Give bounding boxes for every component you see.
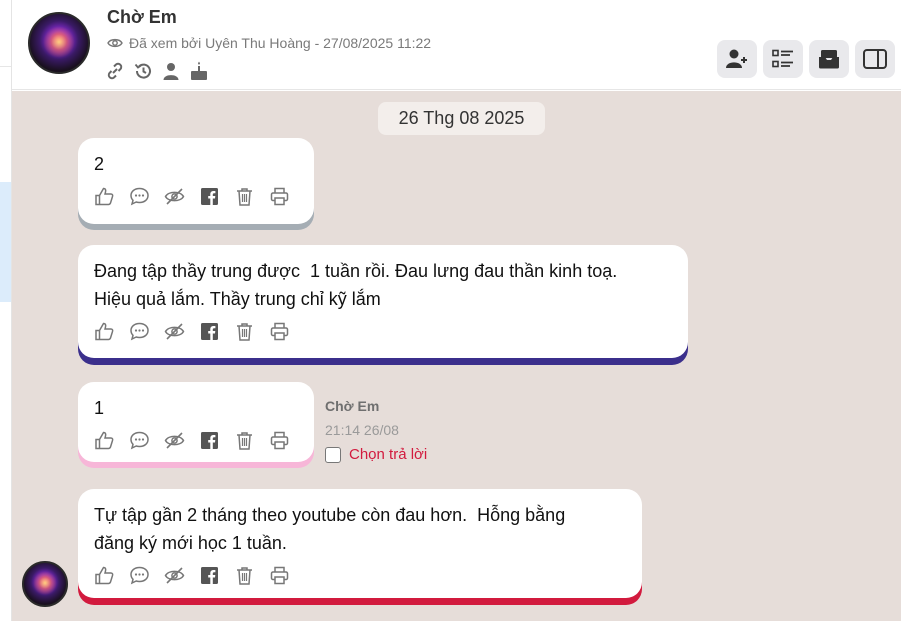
side-panel-icon bbox=[863, 49, 887, 69]
message-text: Tự tập gần 2 tháng theo youtube còn đau … bbox=[94, 505, 566, 553]
message-text: 1 bbox=[94, 398, 105, 418]
avatar[interactable] bbox=[28, 12, 90, 74]
toggle-sidebar-button[interactable] bbox=[855, 40, 895, 78]
add-user-icon bbox=[726, 49, 747, 68]
author-name: Chờ Em bbox=[325, 398, 380, 414]
like-icon[interactable] bbox=[94, 430, 115, 451]
like-icon[interactable] bbox=[94, 186, 115, 207]
message-meta: Chờ Em 21:14 26/08 Chọn trả lời bbox=[325, 398, 427, 463]
eye-icon bbox=[107, 38, 123, 48]
task-list-button[interactable] bbox=[763, 40, 803, 78]
select-reply-option[interactable]: Chọn trả lời bbox=[325, 446, 427, 463]
like-icon[interactable] bbox=[94, 565, 115, 586]
print-icon[interactable] bbox=[269, 321, 290, 342]
person-icon[interactable] bbox=[161, 61, 181, 81]
toolbar bbox=[717, 40, 895, 78]
hide-icon[interactable] bbox=[164, 430, 185, 451]
selected-conversation-highlight[interactable] bbox=[0, 182, 11, 302]
message-time: 21:14 26/08 bbox=[325, 422, 399, 438]
message-bubble[interactable]: Đang tập thầy trung được 1 tuần rồi. Đau… bbox=[78, 245, 688, 358]
comment-icon[interactable] bbox=[129, 565, 150, 586]
hide-icon[interactable] bbox=[164, 565, 185, 586]
comment-icon[interactable] bbox=[129, 430, 150, 451]
inbox-button[interactable] bbox=[809, 40, 849, 78]
birthday-cake-icon[interactable] bbox=[189, 61, 209, 81]
print-icon[interactable] bbox=[269, 186, 290, 207]
message-text: Đang tập thầy trung được 1 tuần rồi. Đau… bbox=[94, 261, 618, 309]
like-icon[interactable] bbox=[94, 321, 115, 342]
message-bubble[interactable]: Tự tập gần 2 tháng theo youtube còn đau … bbox=[78, 489, 642, 598]
seen-status: Đã xem bởi Uyên Thu Hoàng - 27/08/2025 1… bbox=[107, 35, 431, 51]
print-icon[interactable] bbox=[269, 565, 290, 586]
message-actions bbox=[94, 186, 298, 207]
facebook-icon[interactable] bbox=[199, 430, 220, 451]
trash-icon[interactable] bbox=[234, 565, 255, 586]
reply-label[interactable]: Chọn trả lời bbox=[349, 446, 427, 463]
message-actions bbox=[94, 430, 298, 451]
message-actions bbox=[94, 565, 626, 586]
link-icon[interactable] bbox=[105, 61, 125, 81]
comment-icon[interactable] bbox=[129, 186, 150, 207]
history-icon[interactable] bbox=[133, 61, 153, 81]
comment-icon[interactable] bbox=[129, 321, 150, 342]
reply-checkbox[interactable] bbox=[325, 446, 341, 463]
checklist-icon bbox=[772, 49, 793, 68]
message-bubble[interactable]: 2 bbox=[78, 138, 314, 224]
left-panel-edge bbox=[0, 0, 12, 621]
message-actions bbox=[94, 321, 672, 342]
trash-icon[interactable] bbox=[234, 321, 255, 342]
inbox-icon bbox=[819, 50, 839, 69]
seen-text: Đã xem bởi Uyên Thu Hoàng - 27/08/2025 1… bbox=[129, 35, 432, 51]
add-member-button[interactable] bbox=[717, 40, 757, 78]
facebook-icon[interactable] bbox=[199, 565, 220, 586]
message-bubble[interactable]: 1 bbox=[78, 382, 314, 462]
facebook-icon[interactable] bbox=[199, 321, 220, 342]
sender-avatar[interactable] bbox=[22, 561, 68, 607]
trash-icon[interactable] bbox=[234, 430, 255, 451]
message-area[interactable]: 26 Thg 08 2025 2 Đang tập thầy trung đượ… bbox=[12, 91, 901, 621]
page-title: Chờ Em bbox=[107, 7, 177, 27]
print-icon[interactable] bbox=[269, 430, 290, 451]
facebook-icon[interactable] bbox=[199, 186, 220, 207]
divider bbox=[0, 66, 11, 67]
hide-icon[interactable] bbox=[164, 321, 185, 342]
chat-header: Chờ Em Đã xem bởi Uyên Thu Hoàng - 27/08… bbox=[12, 0, 901, 90]
message-text: 2 bbox=[94, 154, 105, 174]
trash-icon[interactable] bbox=[234, 186, 255, 207]
date-separator: 26 Thg 08 2025 bbox=[378, 102, 545, 135]
header-actions bbox=[105, 61, 209, 81]
hide-icon[interactable] bbox=[164, 186, 185, 207]
